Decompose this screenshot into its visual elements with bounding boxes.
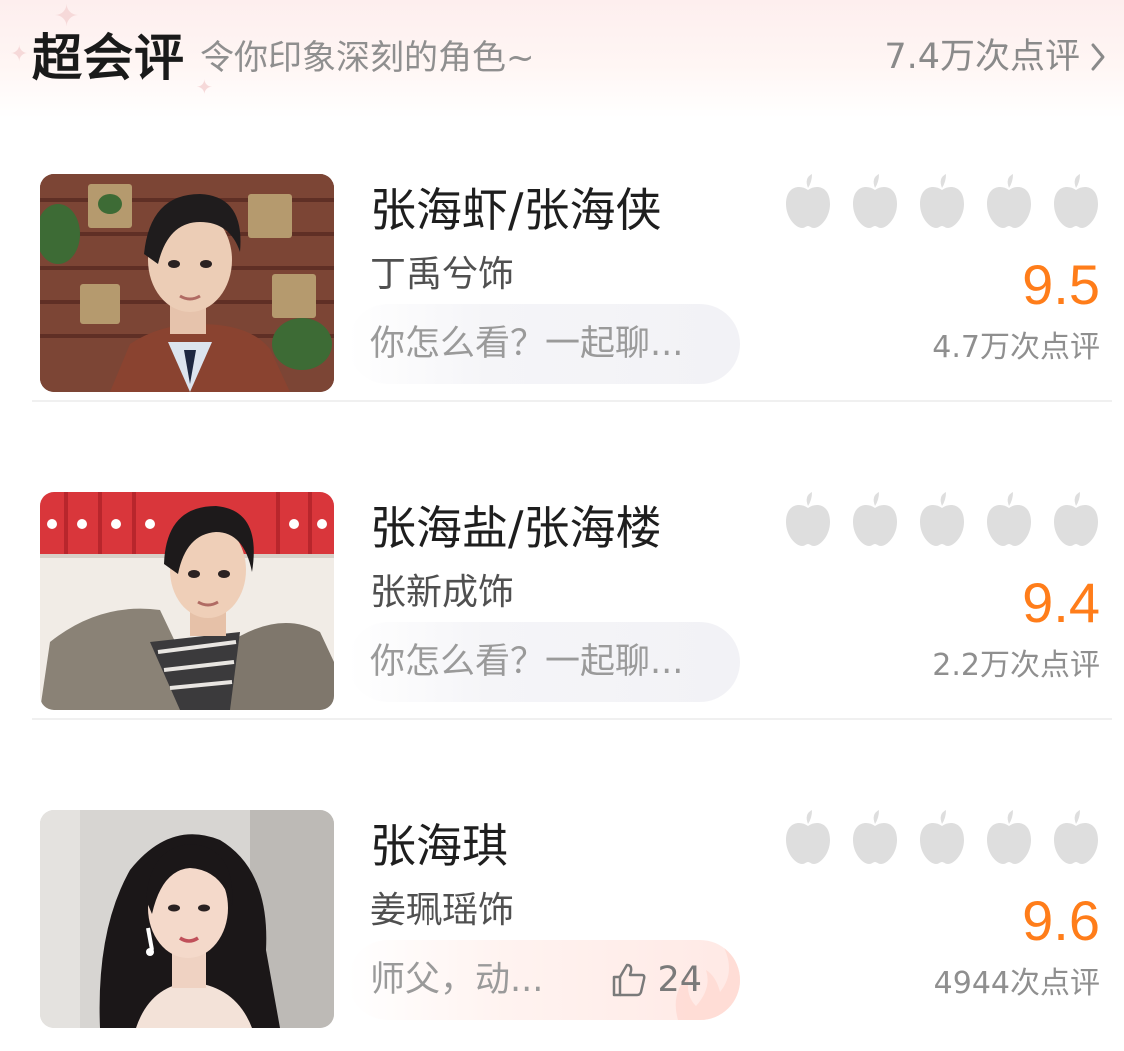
- apple-icon[interactable]: [782, 492, 834, 548]
- apple-icon[interactable]: [849, 810, 901, 866]
- section-subtitle: 令你印象深刻的角色~: [200, 38, 535, 78]
- review-count: 2.2万次点评: [932, 648, 1100, 683]
- sparkle-decoration-icon: ✦: [10, 42, 29, 67]
- apple-icon[interactable]: [983, 810, 1035, 866]
- section-header: ✦ ✦ ✦ 超会评 令你印象深刻的角色~ 7.4万次点评: [0, 0, 1124, 118]
- apple-icon[interactable]: [1050, 810, 1102, 866]
- role-name: 张海虾/张海侠: [370, 183, 662, 237]
- character-row[interactable]: 张海琪 姜珮瑶饰 师父，动... 24 9.6 4944次点评: [32, 798, 1112, 1038]
- comment-button[interactable]: 师父，动... 24: [348, 940, 740, 1020]
- like-count: 24: [657, 960, 702, 1000]
- apple-rating[interactable]: [782, 810, 1102, 866]
- apple-rating[interactable]: [782, 492, 1102, 548]
- apple-icon[interactable]: [916, 492, 968, 548]
- apple-icon[interactable]: [782, 810, 834, 866]
- apple-icon[interactable]: [1050, 492, 1102, 548]
- total-reviews-count: 7.4万次点评: [884, 37, 1080, 77]
- character-row[interactable]: 张海盐/张海楼 张新成饰 你怎么看？一起聊... 9.4 2.2万次点评: [32, 480, 1112, 720]
- role-name: 张海盐/张海楼: [370, 501, 662, 555]
- chat-button[interactable]: 你怎么看？一起聊...: [348, 622, 740, 702]
- character-photo[interactable]: [40, 810, 334, 1028]
- rating-score: 9.4: [1022, 571, 1100, 634]
- apple-icon[interactable]: [782, 174, 834, 230]
- thumbs-up-icon: [613, 963, 646, 997]
- apple-icon[interactable]: [983, 174, 1035, 230]
- apple-icon[interactable]: [916, 174, 968, 230]
- actor-name[interactable]: 丁禹兮饰: [370, 252, 514, 298]
- apple-icon[interactable]: [983, 492, 1035, 548]
- apple-rating[interactable]: [782, 174, 1102, 230]
- actor-name[interactable]: 张新成饰: [370, 570, 514, 616]
- comment-preview: 师父，动...: [370, 960, 544, 1000]
- apple-icon[interactable]: [1050, 174, 1102, 230]
- chat-prompt: 你怎么看？一起聊...: [370, 324, 684, 364]
- section-title: 超会评: [32, 29, 185, 87]
- like-button[interactable]: 24: [611, 958, 702, 1002]
- review-count: 4.7万次点评: [932, 330, 1100, 365]
- apple-icon[interactable]: [849, 492, 901, 548]
- character-photo[interactable]: [40, 174, 334, 392]
- total-reviews-link[interactable]: 7.4万次点评: [884, 34, 1106, 80]
- chat-button[interactable]: 你怎么看？一起聊...: [348, 304, 740, 384]
- actor-name[interactable]: 姜珮瑶饰: [370, 888, 514, 934]
- character-photo[interactable]: [40, 492, 334, 710]
- chat-prompt: 你怎么看？一起聊...: [370, 642, 684, 682]
- rating-score: 9.5: [1022, 253, 1100, 316]
- apple-icon[interactable]: [849, 174, 901, 230]
- apple-icon[interactable]: [916, 810, 968, 866]
- role-name: 张海琪: [370, 819, 508, 873]
- character-row[interactable]: 张海虾/张海侠 丁禹兮饰 你怎么看？一起聊... 9.5 4.7万次点评: [32, 162, 1112, 402]
- rating-score: 9.6: [1022, 889, 1100, 952]
- chevron-right-icon: [1091, 43, 1105, 71]
- review-count: 4944次点评: [933, 966, 1100, 1001]
